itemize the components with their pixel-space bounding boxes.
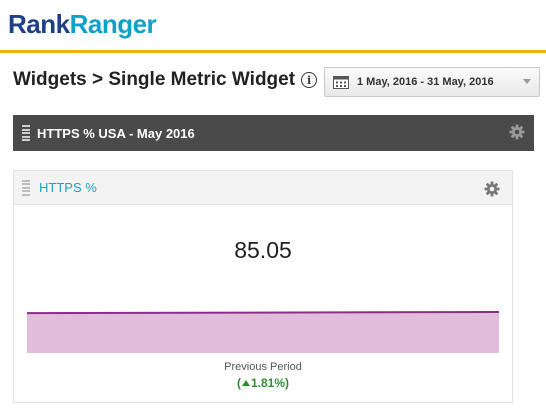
widget-title-link[interactable]: HTTPS % [39,180,97,195]
change-paren: ( [236,376,241,390]
date-range-value: 1 May, 2016 - 31 May, 2016 [357,76,494,88]
sparkline-line [27,311,499,315]
top-bar: RankRanger [0,0,546,53]
dashboard-header: HTTPS % USA - May 2016 [13,115,534,151]
calendar-icon [333,76,349,89]
page-title-row: Widgets > Single Metric Widget i [13,66,318,94]
sparkline-area [27,312,499,353]
previous-period-label: Previous Period [224,361,302,373]
dashboard-title: HTTPS % USA - May 2016 [37,125,195,141]
rankranger-logo[interactable]: RankRanger [8,9,157,40]
up-arrow-icon [241,380,250,386]
change-value: 1.81%) [250,376,290,390]
chevron-down-icon [523,79,531,84]
gear-icon[interactable] [509,124,525,140]
previous-period-change: (1.81%) [14,376,512,390]
single-metric-widget: HTTPS % 85.05 Previous Period (1.81%) [13,170,513,403]
info-icon[interactable]: i [301,72,318,88]
sparkline-chart [27,311,499,353]
drag-handle-icon[interactable] [22,179,30,196]
page-title: Widgets > Single Metric Widget [13,69,296,90]
logo-text-rank: Rank [8,9,70,39]
widget-header: HTTPS % [14,171,512,205]
date-range-picker[interactable]: 1 May, 2016 - 31 May, 2016 [324,67,540,97]
metric-value: 85.05 [234,237,292,263]
logo-text-ranger: Ranger [69,9,157,39]
gear-icon[interactable] [484,181,500,197]
drag-handle-icon[interactable] [22,125,30,141]
